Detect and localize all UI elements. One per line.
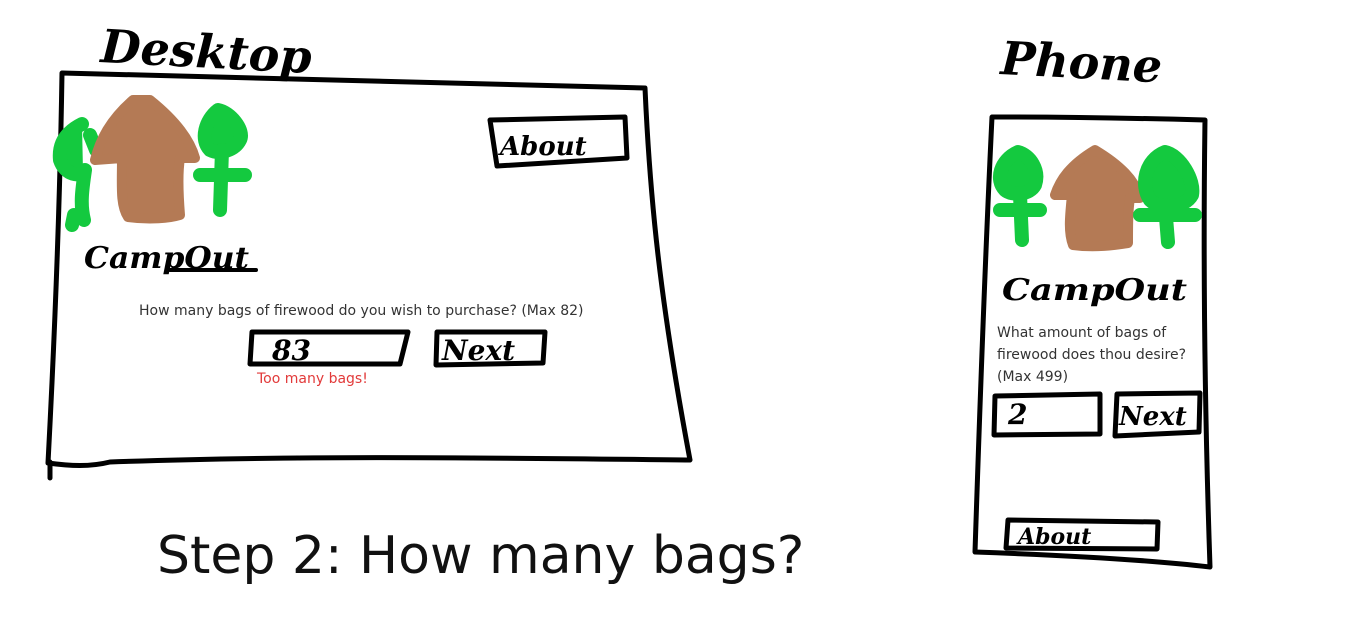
- desktop-wireframe: Desktop CampOut About 83 Next: [45, 19, 693, 481]
- desktop-question: How many bags of firewood do you wish to…: [139, 303, 584, 319]
- phone-logo: [992, 145, 1202, 252]
- svg-text:83: 83: [271, 334, 311, 367]
- step-caption: Step 2: How many bags?: [157, 526, 805, 586]
- svg-text:2: 2: [1007, 398, 1027, 431]
- phone-question: What amount of bags of firewood does tho…: [997, 325, 1187, 385]
- phone-logo-text: CampOut: [1002, 273, 1187, 308]
- tree-icon: [52, 117, 103, 232]
- phone-label: Phone: [997, 31, 1163, 93]
- tree-icon: [1133, 145, 1202, 249]
- svg-text:Next: Next: [441, 334, 515, 367]
- phone-next-button[interactable]: Next: [1112, 390, 1203, 439]
- phone-about-button[interactable]: About: [1003, 517, 1161, 552]
- svg-text:Next: Next: [1118, 402, 1187, 432]
- svg-text:About: About: [497, 132, 587, 162]
- desktop-logo: [52, 95, 252, 232]
- tree-icon: [992, 145, 1047, 247]
- house-icon: [1050, 145, 1145, 252]
- tree-icon: [193, 103, 252, 217]
- desktop-next-button[interactable]: Next: [433, 329, 548, 368]
- desktop-bag-count-input[interactable]: 83: [247, 329, 411, 367]
- desktop-error-message: Too many bags!: [257, 371, 368, 387]
- desktop-about-button[interactable]: About: [487, 114, 630, 169]
- phone-bag-count-input[interactable]: 2: [991, 391, 1103, 438]
- house-icon: [90, 95, 200, 224]
- phone-wireframe: Phone CampOut 2 Next About: [972, 31, 1213, 570]
- svg-text:About: About: [1016, 524, 1091, 550]
